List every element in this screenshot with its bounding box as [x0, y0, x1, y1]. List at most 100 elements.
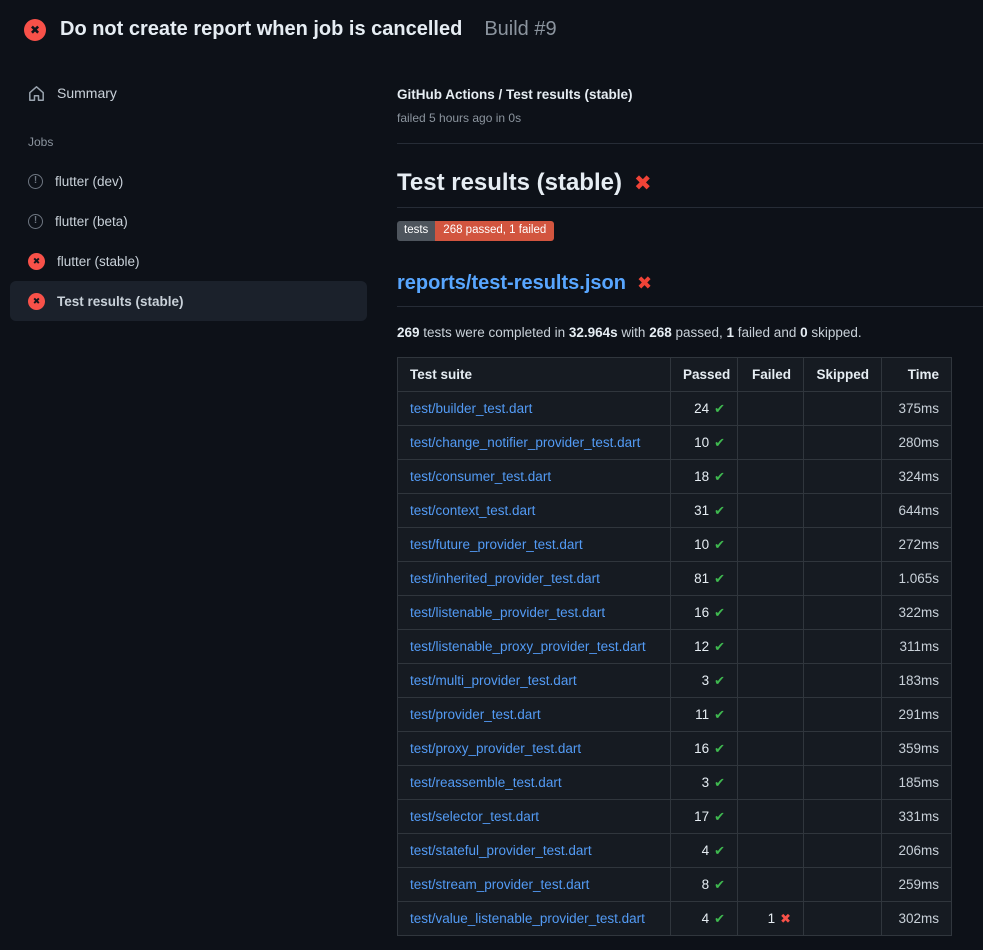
time-value: 644ms	[882, 493, 952, 527]
table-row: test/stream_provider_test.dart 8 ✔ ✖ 259…	[398, 867, 952, 901]
divider	[397, 143, 983, 144]
passed-value: 17	[694, 808, 709, 825]
skipped-count: 0	[800, 325, 808, 340]
test-suite-link[interactable]: test/provider_test.dart	[410, 707, 541, 722]
summary-label: Summary	[57, 85, 117, 101]
passed-value: 8	[702, 876, 710, 893]
passed-cell: 12 ✔	[694, 638, 725, 655]
table-row: test/selector_test.dart 17 ✔ ✖ 331ms	[398, 799, 952, 833]
check-icon: ✔	[714, 640, 725, 653]
time-value: 322ms	[882, 595, 952, 629]
report-file-link[interactable]: reports/test-results.json	[397, 271, 626, 296]
test-suite-link[interactable]: test/future_provider_test.dart	[410, 537, 583, 552]
check-run-panel: GitHub Actions / Test results (stable) f…	[397, 57, 983, 936]
test-suite-link[interactable]: test/inherited_provider_test.dart	[410, 571, 600, 586]
sidebar-job-label: flutter (beta)	[55, 214, 128, 229]
test-suite-link[interactable]: test/reassemble_test.dart	[410, 775, 562, 790]
table-row: test/context_test.dart 31 ✔ ✖ 644ms	[398, 493, 952, 527]
sidebar-jobs-list: ! ✖ flutter (dev) ! ✖ flutter (beta) ! ✖…	[0, 161, 397, 321]
cross-icon: ✖	[780, 912, 791, 925]
time-value: 331ms	[882, 799, 952, 833]
table-row: test/builder_test.dart 24 ✔ ✖ 375ms	[398, 391, 952, 425]
test-suite-link[interactable]: test/change_notifier_provider_test.dart	[410, 435, 640, 450]
passed-value: 81	[694, 570, 709, 587]
check-icon: ✔	[714, 742, 725, 755]
check-icon: ✔	[714, 402, 725, 415]
col-failed: Failed	[738, 357, 804, 391]
job-neutral-icon: !	[28, 214, 43, 229]
results-summary-text: 269 tests were completed in 32.964s with…	[397, 324, 983, 342]
table-row: test/reassemble_test.dart 3 ✔ ✖ 185ms	[398, 765, 952, 799]
passed-count: 268	[649, 325, 672, 340]
passed-cell: 16 ✔	[694, 740, 725, 757]
check-icon: ✔	[714, 810, 725, 823]
jobs-section-label: Jobs	[28, 135, 397, 149]
check-icon: ✔	[714, 606, 725, 619]
check-icon: ✔	[714, 436, 725, 449]
time-value: 183ms	[882, 663, 952, 697]
time-value: 291ms	[882, 697, 952, 731]
test-suite-link[interactable]: test/listenable_proxy_provider_test.dart	[410, 639, 646, 654]
time-value: 1.065s	[882, 561, 952, 595]
col-time: Time	[882, 357, 952, 391]
sidebar-job-item[interactable]: ! ✖ flutter (stable)	[10, 241, 367, 281]
passed-cell: 3 ✔	[702, 672, 725, 689]
table-row: test/future_provider_test.dart 10 ✔ ✖ 27…	[398, 527, 952, 561]
test-suite-link[interactable]: test/selector_test.dart	[410, 809, 539, 824]
passed-cell: 4 ✔	[702, 910, 725, 927]
table-row: test/consumer_test.dart 18 ✔ ✖ 324ms	[398, 459, 952, 493]
duration-value: 32.964s	[569, 325, 618, 340]
job-failed-icon: ✖	[28, 253, 45, 270]
sidebar-item-summary[interactable]: Summary	[10, 73, 367, 113]
passed-value: 4	[702, 910, 710, 927]
passed-value: 3	[702, 774, 710, 791]
check-icon: ✔	[714, 538, 725, 551]
test-suite-link[interactable]: test/stream_provider_test.dart	[410, 877, 589, 892]
time-value: 302ms	[882, 901, 952, 935]
col-passed: Passed	[671, 357, 738, 391]
test-suite-link[interactable]: test/consumer_test.dart	[410, 469, 551, 484]
passed-value: 3	[702, 672, 710, 689]
passed-value: 24	[694, 400, 709, 417]
test-suite-link[interactable]: test/value_listenable_provider_test.dart	[410, 911, 645, 926]
results-table-rows: test/builder_test.dart 24 ✔ ✖ 375ms test…	[398, 391, 952, 935]
passed-value: 18	[694, 468, 709, 485]
passed-value: 31	[694, 502, 709, 519]
check-icon: ✔	[714, 912, 725, 925]
test-results-table: Test suite Passed Failed Skipped Time te…	[397, 357, 952, 936]
test-suite-link[interactable]: test/multi_provider_test.dart	[410, 673, 577, 688]
table-row: test/provider_test.dart 11 ✔ ✖ 291ms	[398, 697, 952, 731]
test-suite-link[interactable]: test/stateful_provider_test.dart	[410, 843, 592, 858]
passed-value: 16	[694, 740, 709, 757]
test-suite-link[interactable]: test/context_test.dart	[410, 503, 535, 518]
total-count: 269	[397, 325, 420, 340]
run-title: Do not create report when job is cancell…	[60, 18, 462, 41]
check-icon: ✔	[714, 708, 725, 721]
time-value: 272ms	[882, 527, 952, 561]
table-row: test/proxy_provider_test.dart 16 ✔ ✖ 359…	[398, 731, 952, 765]
passed-cell: 31 ✔	[694, 502, 725, 519]
passed-value: 11	[695, 706, 709, 723]
passed-value: 10	[694, 434, 709, 451]
section-title: Test results (stable)	[397, 168, 622, 198]
table-row: test/listenable_proxy_provider_test.dart…	[398, 629, 952, 663]
table-row: test/stateful_provider_test.dart 4 ✔ ✖ 2…	[398, 833, 952, 867]
badge-value: 268 passed, 1 failed	[435, 221, 554, 241]
time-value: 206ms	[882, 833, 952, 867]
sidebar-job-item[interactable]: ! ✖ Test results (stable)	[10, 281, 367, 321]
test-suite-link[interactable]: test/builder_test.dart	[410, 401, 532, 416]
time-value: 359ms	[882, 731, 952, 765]
section-heading-row: Test results (stable) ✖	[397, 168, 983, 208]
passed-cell: 24 ✔	[694, 400, 725, 417]
run-failed-icon: ✖	[24, 19, 46, 41]
sidebar-job-item[interactable]: ! ✖ flutter (beta)	[10, 201, 367, 241]
passed-value: 4	[702, 842, 710, 859]
passed-cell: 16 ✔	[694, 604, 725, 621]
test-suite-link[interactable]: test/proxy_provider_test.dart	[410, 741, 581, 756]
test-suite-link[interactable]: test/listenable_provider_test.dart	[410, 605, 605, 620]
passed-cell: 11 ✔	[695, 706, 725, 723]
passed-value: 12	[694, 638, 709, 655]
check-icon: ✔	[714, 504, 725, 517]
sidebar-job-item[interactable]: ! ✖ flutter (dev)	[10, 161, 367, 201]
sidebar-job-label: flutter (stable)	[57, 254, 140, 269]
